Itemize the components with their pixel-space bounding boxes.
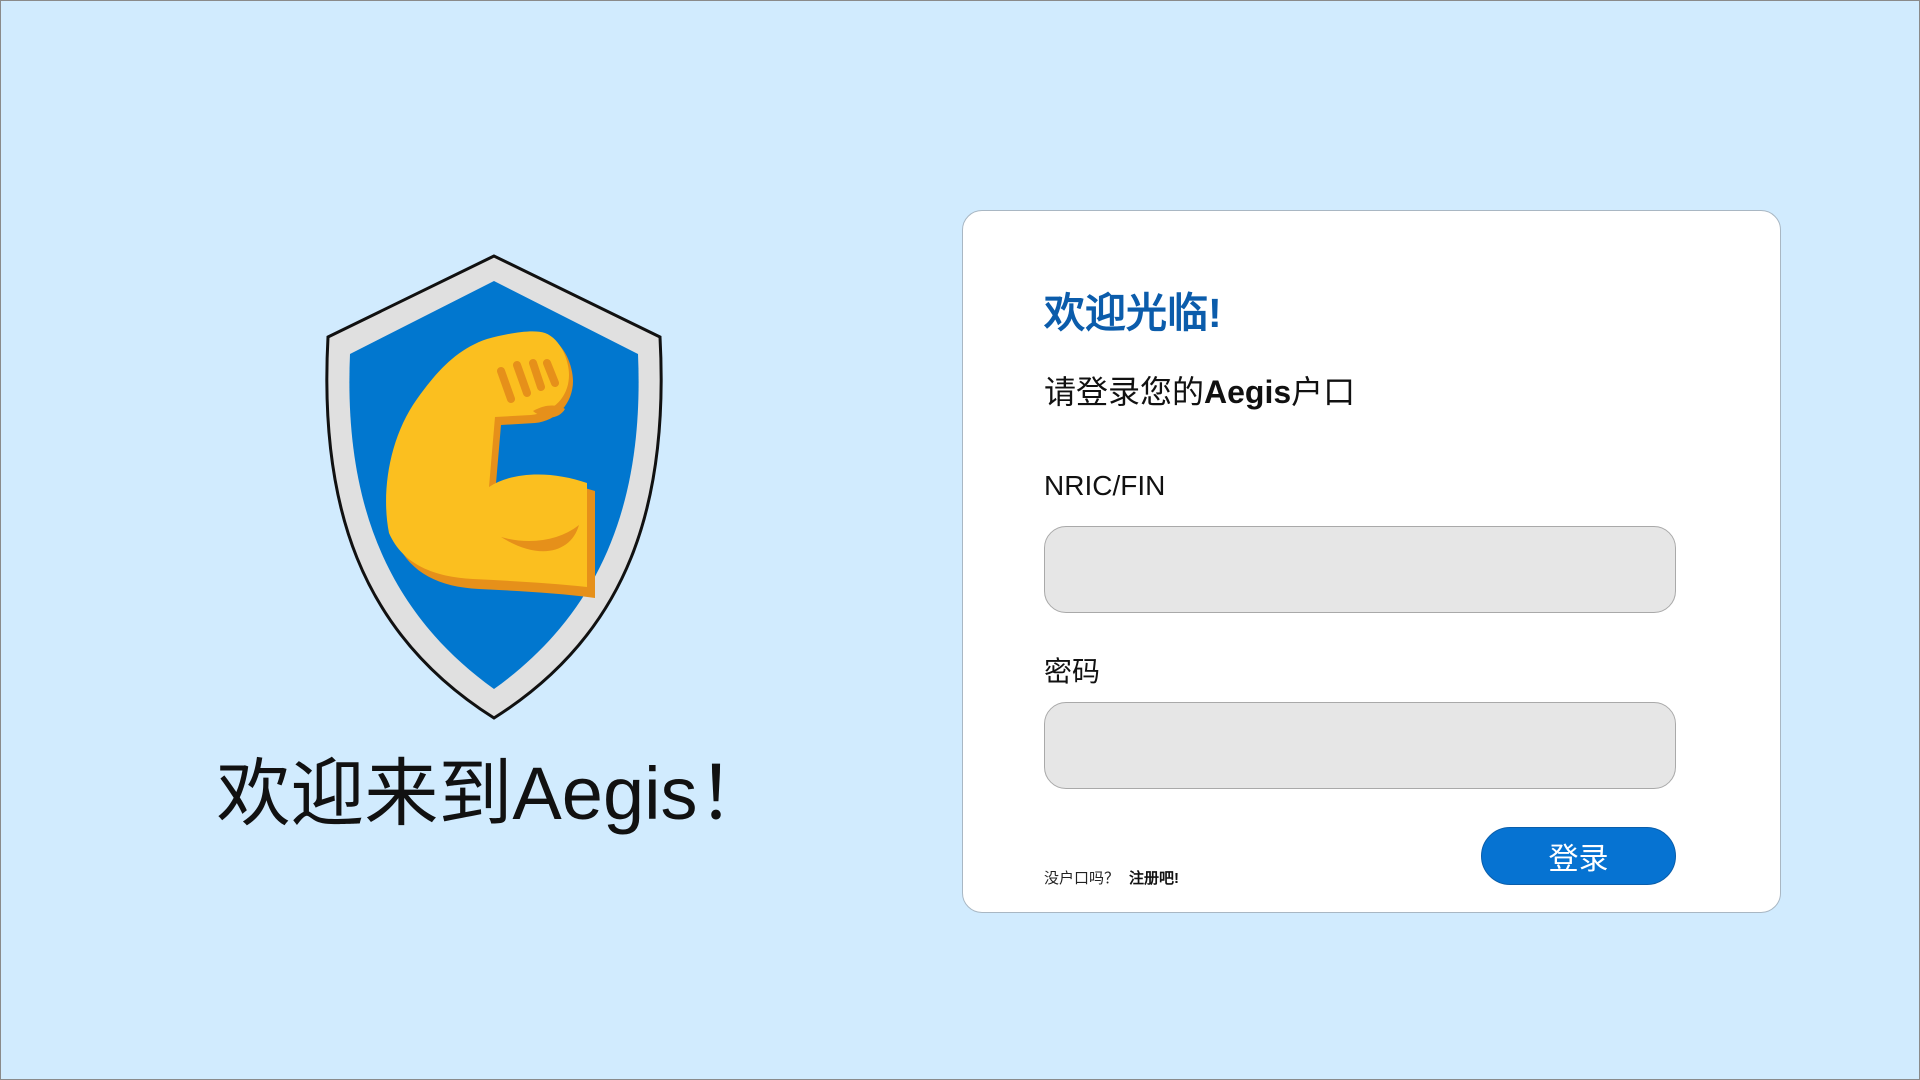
password-input[interactable]	[1044, 702, 1676, 789]
card-title: 欢迎光临!	[1044, 290, 1222, 336]
card-subtitle: 请登录您的Aegis户口	[1044, 367, 1355, 413]
nric-label: NRIC/FIN	[1044, 470, 1166, 501]
register-link[interactable]: 注册吧!	[1129, 870, 1179, 887]
welcome-heading: 欢迎来到Aegis！	[216, 752, 772, 835]
nric-input[interactable]	[1044, 526, 1676, 613]
subtitle-prefix: 请登录您的	[1044, 374, 1205, 410]
shield-flexed-biceps-icon	[325, 254, 663, 720]
no-account-text: 没户口吗？	[1044, 870, 1120, 887]
login-card: 欢迎光临! 请登录您的Aegis户口 NRIC/FIN 密码 没户口吗？ 注册吧!…	[962, 210, 1781, 913]
password-label: 密码	[1044, 656, 1101, 687]
login-button[interactable]: 登录	[1481, 827, 1676, 885]
register-prompt: 没户口吗？ 注册吧!	[1044, 867, 1179, 888]
subtitle-brand: Aegis	[1204, 374, 1292, 410]
subtitle-suffix: 户口	[1291, 374, 1356, 410]
login-page: 欢迎来到Aegis！ 欢迎光临! 请登录您的Aegis户口 NRIC/FIN 密…	[0, 0, 1920, 1080]
